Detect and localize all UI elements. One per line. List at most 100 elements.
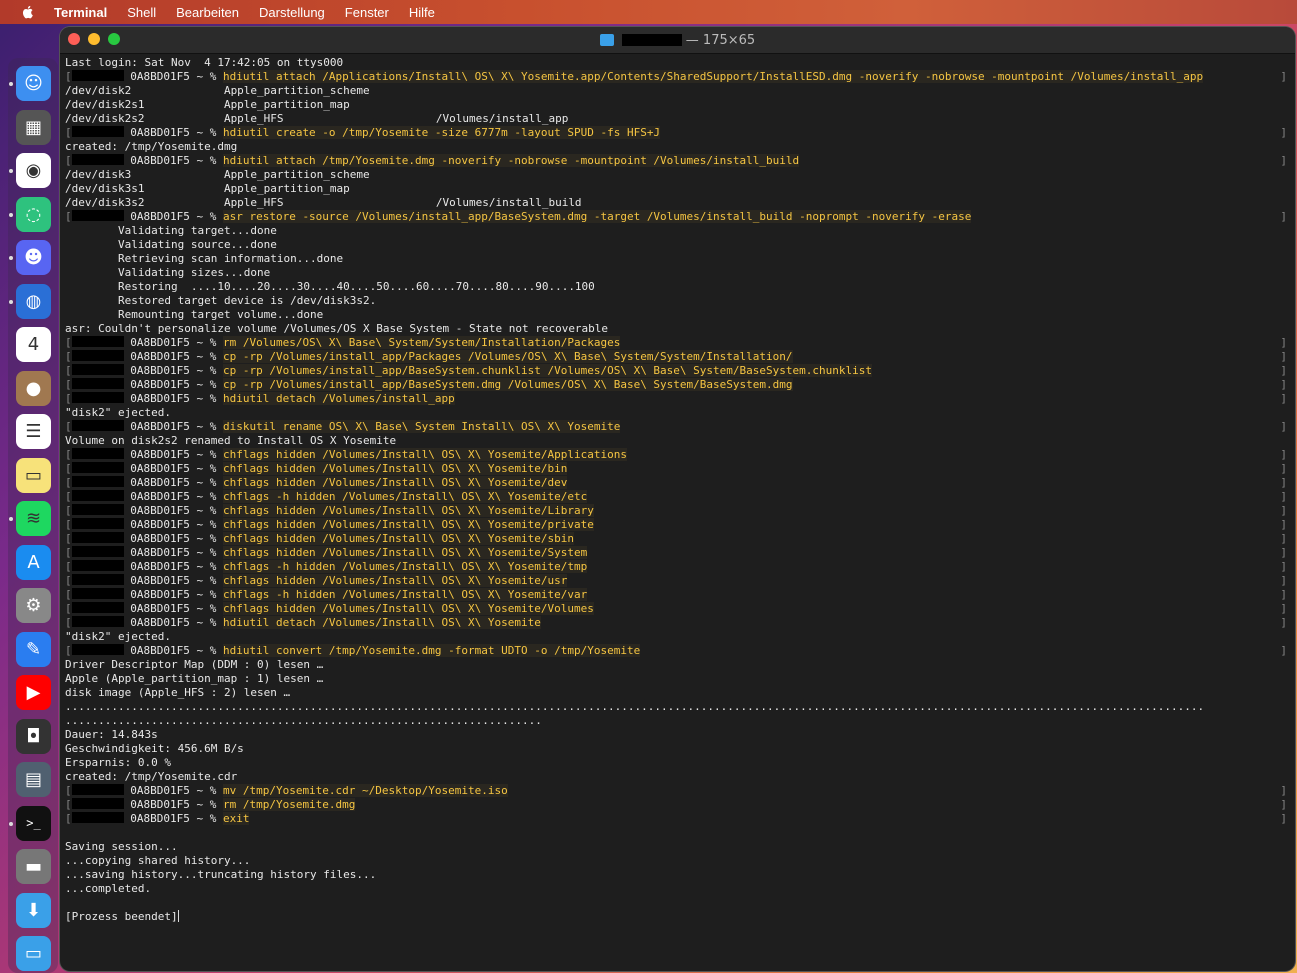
output-text: ...saving history...truncating history f…: [65, 868, 377, 881]
thunderbird-icon[interactable]: ◍: [16, 283, 51, 319]
command-line: [ 0A8BD01F5 ~ % hdiutil detach /Volumes/…: [65, 392, 1289, 406]
dock-glyph: ▦: [24, 116, 42, 138]
chrome-icon[interactable]: ◉: [16, 153, 51, 188]
mark-bracket: ]: [1280, 644, 1287, 657]
terminal-icon[interactable]: >_: [16, 805, 51, 841]
output-line: ........................................…: [65, 700, 1289, 714]
running-indicator: [9, 821, 13, 826]
menu-fenster[interactable]: Fenster: [345, 5, 389, 20]
reminders-icon[interactable]: ☰: [16, 414, 51, 449]
command-line: [ 0A8BD01F5 ~ % mv /tmp/Yosemite.cdr ~/D…: [65, 784, 1289, 798]
menu-shell[interactable]: Shell: [127, 5, 156, 20]
app-store-icon[interactable]: A: [16, 544, 51, 580]
prompt: 0A8BD01F5 ~ %: [123, 378, 223, 391]
prompt: 0A8BD01F5 ~ %: [123, 126, 223, 139]
output-text: asr: Couldn't personalize volume /Volume…: [65, 322, 609, 335]
command-text: hdiutil convert /tmp/Yosemite.dmg -forma…: [222, 644, 641, 657]
discord-icon[interactable]: ☻: [16, 240, 51, 275]
output-text: Ersparnis: 0.0 %: [65, 756, 171, 769]
redacted-username: [71, 644, 124, 655]
output-line: /dev/disk3s1 Apple_partition_map: [65, 182, 1289, 196]
disk-icon[interactable]: ▬: [16, 849, 51, 884]
output-line: "disk2" ejected.: [65, 406, 1289, 420]
messenger-icon[interactable]: ◌: [16, 196, 51, 232]
mark-bracket: [: [65, 420, 72, 433]
image-thumbnail-icon[interactable]: ▤: [16, 762, 51, 797]
redacted-username: [71, 616, 124, 627]
output-text: ........................................…: [65, 700, 1205, 713]
output-text: /dev/disk2s1 Apple_partition_map: [65, 98, 350, 111]
menu-terminal[interactable]: Terminal: [54, 5, 107, 20]
command-text: cp -rp /Volumes/install_app/BaseSystem.d…: [222, 378, 793, 391]
prompt: 0A8BD01F5 ~ %: [123, 350, 223, 363]
command-line: [ 0A8BD01F5 ~ % chflags hidden /Volumes/…: [65, 532, 1289, 546]
spotify-icon[interactable]: ≋: [16, 501, 51, 536]
notes-icon[interactable]: ▭: [16, 457, 51, 493]
command-line: [ 0A8BD01F5 ~ % chflags -h hidden /Volum…: [65, 560, 1289, 574]
command-text: diskutil rename OS\ X\ Base\ System Inst…: [222, 420, 621, 433]
mark-bracket: [: [65, 616, 72, 629]
output-text: ........................................…: [65, 714, 542, 727]
prompt: 0A8BD01F5 ~ %: [123, 532, 223, 545]
command-text: chflags hidden /Volumes/Install\ OS\ X\ …: [222, 448, 627, 461]
output-line: /dev/disk3s2 Apple_HFS /Volumes/install_…: [65, 196, 1289, 210]
output-line: "disk2" ejected.: [65, 630, 1289, 644]
command-text: chflags hidden /Volumes/Install\ OS\ X\ …: [222, 504, 594, 517]
minimize-button[interactable]: [88, 33, 100, 45]
screenshot-icon[interactable]: ◘: [16, 718, 51, 754]
prompt: 0A8BD01F5 ~ %: [123, 616, 223, 629]
terminal-output[interactable]: Last login: Sat Nov 4 17:42:05 on ttys00…: [65, 56, 1289, 971]
mark-bracket: ]: [1280, 364, 1287, 377]
zoom-button[interactable]: [108, 33, 120, 45]
calendar-icon[interactable]: 4: [16, 327, 51, 362]
redacted-username: [71, 420, 124, 431]
output-text: /dev/disk3s2 Apple_HFS /Volumes/install_…: [65, 196, 582, 209]
output-line: asr: Couldn't personalize volume /Volume…: [65, 322, 1289, 336]
title-bar[interactable]: — 175×65: [60, 27, 1295, 54]
mark-bracket: ]: [1280, 392, 1287, 405]
system-settings-icon[interactable]: ⚙: [16, 588, 51, 623]
mark-bracket: [: [65, 154, 72, 167]
output-line: Geschwindigkeit: 456.6M B/s: [65, 742, 1289, 756]
prompt: 0A8BD01F5 ~ %: [123, 154, 223, 167]
close-button[interactable]: [68, 33, 80, 45]
prompt: 0A8BD01F5 ~ %: [123, 336, 223, 349]
contacts-icon[interactable]: ●: [16, 370, 51, 406]
xcode-icon[interactable]: ✎: [16, 631, 51, 667]
window-title: — 175×65: [599, 33, 755, 48]
launchpad-icon[interactable]: ▦: [16, 109, 51, 145]
downloads-folder-icon[interactable]: ⬇: [16, 892, 51, 928]
output-line: Driver Descriptor Map (DDM : 0) lesen …: [65, 658, 1289, 672]
output-text: Volume on disk2s2 renamed to Install OS …: [65, 434, 397, 447]
redacted-username: [71, 350, 124, 361]
menu-darstellung[interactable]: Darstellung: [259, 5, 325, 20]
prompt: 0A8BD01F5 ~ %: [123, 364, 223, 377]
output-text: Driver Descriptor Map (DDM : 0) lesen …: [65, 658, 324, 671]
redacted-username: [71, 154, 124, 165]
mark-bracket: [: [65, 490, 72, 503]
finder-icon[interactable]: ☺: [16, 66, 51, 101]
command-text: chflags hidden /Volumes/Install\ OS\ X\ …: [222, 462, 568, 475]
redacted-username: [71, 378, 124, 389]
command-line: [ 0A8BD01F5 ~ % chflags hidden /Volumes/…: [65, 476, 1289, 490]
mark-bracket: [: [65, 364, 72, 377]
output-line: Remounting target volume...done: [65, 308, 1289, 322]
redacted-username: [71, 560, 124, 571]
command-line: [ 0A8BD01F5 ~ % rm /tmp/Yosemite.dmg]: [65, 798, 1289, 812]
menu-bearbeiten[interactable]: Bearbeiten: [176, 5, 239, 20]
prompt: 0A8BD01F5 ~ %: [123, 476, 223, 489]
mark-bracket: ]: [1280, 336, 1287, 349]
folder-icon[interactable]: ▭: [16, 936, 51, 971]
command-text: rm /tmp/Yosemite.dmg: [222, 798, 356, 811]
apple-logo-icon[interactable]: [20, 4, 36, 20]
output-text: Apple (Apple_partition_map : 1) lesen …: [65, 672, 324, 685]
mark-bracket: [: [65, 126, 72, 139]
youtube-icon[interactable]: ▶: [16, 675, 51, 710]
menu-hilfe[interactable]: Hilfe: [409, 5, 435, 20]
output-text: disk image (Apple_HFS : 2) lesen …: [65, 686, 291, 699]
dock-glyph: ≋: [25, 508, 42, 529]
prompt: 0A8BD01F5 ~ %: [123, 392, 223, 405]
dock-glyph: ◉: [25, 160, 42, 181]
command-line: [ 0A8BD01F5 ~ % chflags hidden /Volumes/…: [65, 602, 1289, 616]
